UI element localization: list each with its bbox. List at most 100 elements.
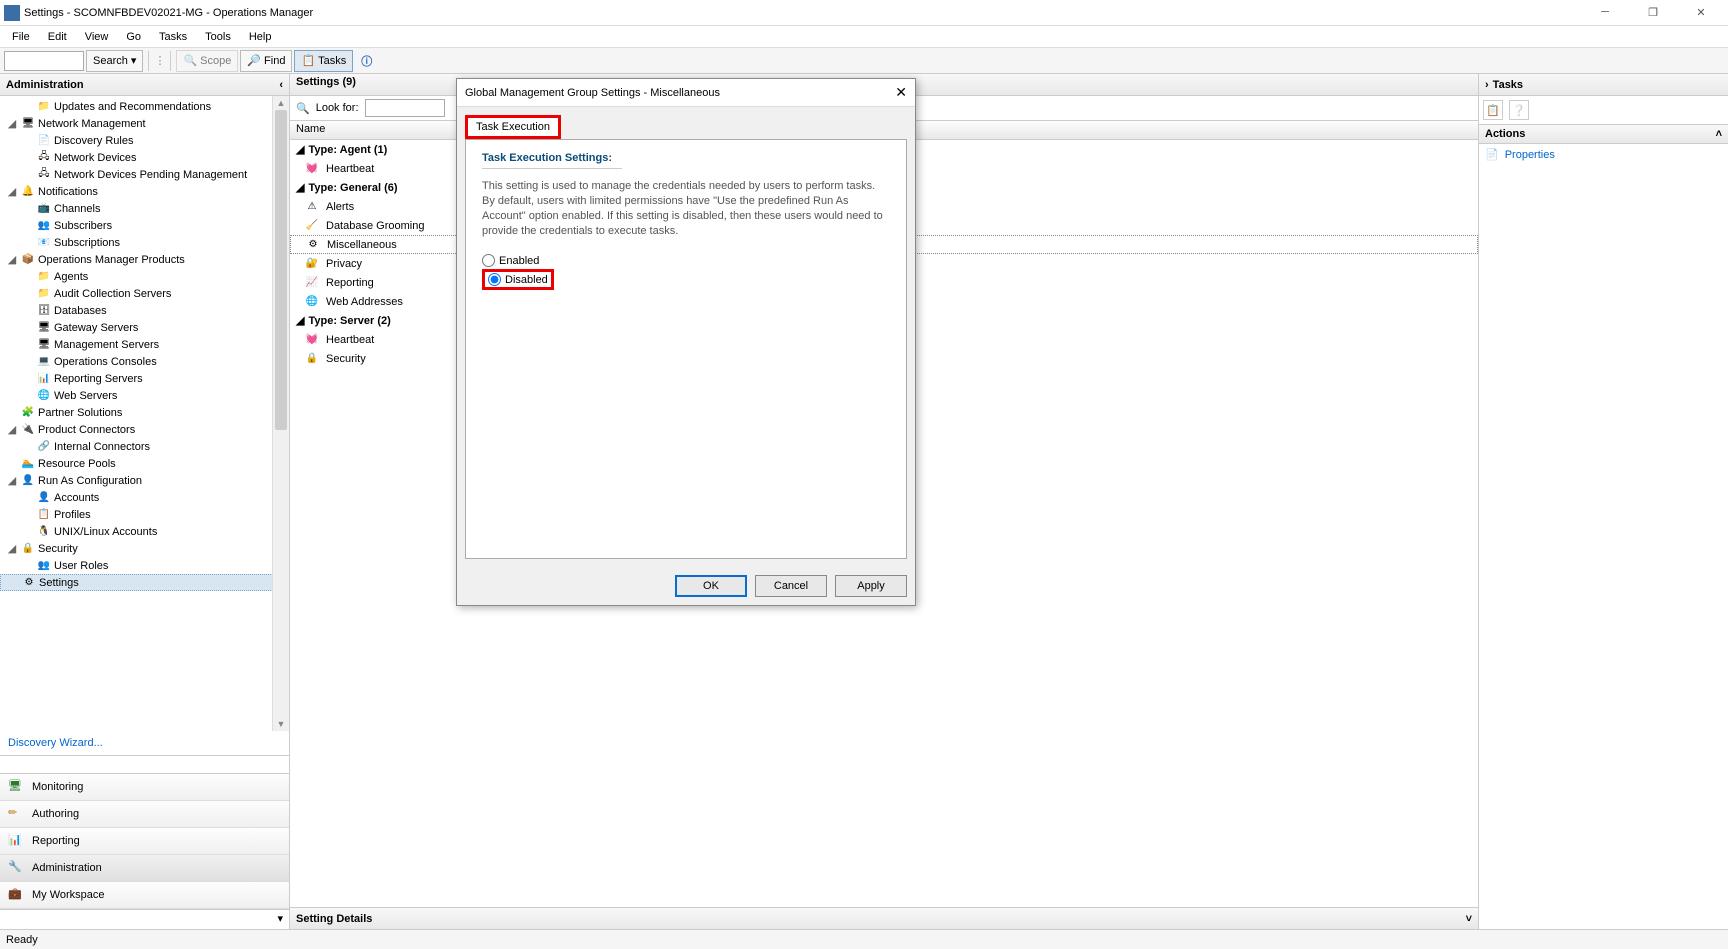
apply-button[interactable]: Apply bbox=[835, 575, 907, 597]
tree-icon: 💻 bbox=[36, 354, 52, 370]
radio-disabled[interactable]: Disabled bbox=[482, 269, 554, 290]
tree-item[interactable]: 👤Accounts bbox=[0, 489, 289, 506]
menu-help[interactable]: Help bbox=[241, 29, 280, 45]
tree-item[interactable]: ◢🖥Network Management bbox=[0, 115, 289, 132]
toggle-icon[interactable]: ◢ bbox=[6, 423, 18, 436]
minimize-button[interactable]: ─ bbox=[1590, 6, 1620, 19]
tree-label: Web Servers bbox=[54, 390, 117, 402]
wunderbar-label: My Workspace bbox=[32, 889, 105, 901]
tree-item[interactable]: 📋Profiles bbox=[0, 506, 289, 523]
tree-item[interactable]: 🧩Partner Solutions bbox=[0, 404, 289, 421]
tree-item[interactable]: 📁Updates and Recommendations bbox=[0, 98, 289, 115]
lookfor-input[interactable] bbox=[365, 99, 445, 117]
tree-label: Run As Configuration bbox=[38, 475, 142, 487]
tree-item[interactable]: 🖧Network Devices Pending Management bbox=[0, 166, 289, 183]
cancel-button[interactable]: Cancel bbox=[755, 575, 827, 597]
radio-disabled-input[interactable] bbox=[488, 273, 501, 286]
tree-item[interactable]: 👥User Roles bbox=[0, 557, 289, 574]
tree-item[interactable]: 🖥Gateway Servers bbox=[0, 319, 289, 336]
tree-label: Network Devices Pending Management bbox=[54, 169, 247, 181]
tree-item[interactable]: ◢🔔Notifications bbox=[0, 183, 289, 200]
tree-item[interactable]: 👥Subscribers bbox=[0, 217, 289, 234]
row-icon: ⚙ bbox=[305, 237, 321, 253]
task-toolbar-btn1[interactable]: 📋 bbox=[1483, 100, 1503, 120]
tree-item[interactable]: 📄Discovery Rules bbox=[0, 132, 289, 149]
toggle-icon[interactable]: ◢ bbox=[6, 185, 18, 198]
tab-task-execution[interactable]: Task Execution bbox=[465, 115, 561, 139]
menu-tasks[interactable]: Tasks bbox=[151, 29, 195, 45]
wunderbar-item[interactable]: ✏Authoring bbox=[0, 801, 289, 828]
tree-item[interactable]: ⚙Settings bbox=[0, 574, 289, 591]
maximize-button[interactable]: ❐ bbox=[1638, 6, 1668, 19]
row-label: Heartbeat bbox=[326, 334, 374, 346]
overflow-icon[interactable]: ⋮ bbox=[154, 54, 165, 67]
toolbar-search-input[interactable] bbox=[4, 51, 84, 71]
toolbar-tasks-button[interactable]: 📋Tasks bbox=[294, 50, 353, 72]
actions-header: Actions ˄ bbox=[1479, 124, 1728, 144]
wunderbar-config[interactable]: ▾ bbox=[0, 909, 289, 929]
tree-icon: 📺 bbox=[36, 201, 52, 217]
radio-enabled[interactable]: Enabled bbox=[482, 252, 890, 269]
scrollbar[interactable]: ▲ ▼ bbox=[272, 96, 289, 731]
group-label: Type: Server (2) bbox=[308, 315, 390, 327]
scroll-down-icon[interactable]: ▼ bbox=[273, 717, 289, 731]
toggle-icon[interactable]: ◢ bbox=[6, 253, 18, 266]
tree-item[interactable]: 📺Channels bbox=[0, 200, 289, 217]
tree-item[interactable]: 🔗Internal Connectors bbox=[0, 438, 289, 455]
wunderbar-item[interactable]: 📊Reporting bbox=[0, 828, 289, 855]
close-button[interactable]: ✕ bbox=[1686, 6, 1716, 19]
wunderbar-item[interactable]: 💼 My Workspace bbox=[0, 882, 289, 909]
toolbar-help-button[interactable]: ⓘ bbox=[355, 50, 378, 72]
tree-item[interactable]: ◢🔒Security bbox=[0, 540, 289, 557]
tree-item[interactable]: 🏊Resource Pools bbox=[0, 455, 289, 472]
scroll-up-icon[interactable]: ▲ bbox=[273, 96, 289, 110]
tree-icon: 🔔 bbox=[20, 184, 36, 200]
separator bbox=[170, 51, 171, 71]
tree-item[interactable]: ◢📦Operations Manager Products bbox=[0, 251, 289, 268]
tree-item[interactable]: ◢🔌Product Connectors bbox=[0, 421, 289, 438]
wunderbar-item[interactable]: 🖥Monitoring bbox=[0, 774, 289, 801]
menu-edit[interactable]: Edit bbox=[40, 29, 75, 45]
wunderbar-icon: 💼 bbox=[8, 887, 24, 903]
tree-item[interactable]: 💻Operations Consoles bbox=[0, 353, 289, 370]
collapse-icon[interactable]: ◢ bbox=[296, 314, 304, 327]
toolbar-search-button[interactable]: Search ▾ bbox=[86, 50, 143, 72]
collapse-icon[interactable]: ◢ bbox=[296, 181, 304, 194]
chevron-right-icon[interactable]: › bbox=[1485, 79, 1489, 91]
row-label: Security bbox=[326, 353, 366, 365]
menu-view[interactable]: View bbox=[77, 29, 117, 45]
toggle-icon[interactable]: ◢ bbox=[6, 542, 18, 555]
chevron-up-icon[interactable]: ˄ bbox=[1716, 128, 1722, 140]
collapse-icon[interactable]: ‹ bbox=[279, 79, 283, 91]
discovery-wizard-link[interactable]: Discovery Wizard... bbox=[0, 731, 289, 755]
nav-header: Administration ‹ bbox=[0, 74, 289, 96]
tree-item[interactable]: 🌐Web Servers bbox=[0, 387, 289, 404]
scroll-thumb[interactable] bbox=[275, 110, 287, 430]
radio-enabled-input[interactable] bbox=[482, 254, 495, 267]
tree-item[interactable]: ◢👤Run As Configuration bbox=[0, 472, 289, 489]
action-properties[interactable]: 📄 Properties bbox=[1479, 144, 1728, 165]
nav-tree[interactable]: ▲ ▼ 📁Updates and Recommendations◢🖥Networ… bbox=[0, 96, 289, 731]
tree-item[interactable]: 🖥Management Servers bbox=[0, 336, 289, 353]
section-heading: Task Execution Settings: bbox=[482, 152, 890, 164]
tree-item[interactable]: 📁Audit Collection Servers bbox=[0, 285, 289, 302]
toolbar-find-button[interactable]: 🔎Find bbox=[240, 50, 292, 72]
tree-item[interactable]: 🖧Network Devices bbox=[0, 149, 289, 166]
menu-file[interactable]: File bbox=[4, 29, 38, 45]
ok-button[interactable]: OK bbox=[675, 575, 747, 597]
menu-tools[interactable]: Tools bbox=[197, 29, 239, 45]
toggle-icon[interactable]: ◢ bbox=[6, 117, 18, 130]
tree-item[interactable]: 📁Agents bbox=[0, 268, 289, 285]
dialog-close-button[interactable]: ✕ bbox=[895, 84, 907, 101]
wunderbar-item[interactable]: 🔧Administration bbox=[0, 855, 289, 882]
tree-item[interactable]: 🐧UNIX/Linux Accounts bbox=[0, 523, 289, 540]
menu-go[interactable]: Go bbox=[118, 29, 149, 45]
chevron-down-icon[interactable]: ˅ bbox=[1466, 913, 1472, 925]
toggle-icon[interactable]: ◢ bbox=[6, 474, 18, 487]
task-toolbar-help[interactable]: ❔ bbox=[1509, 100, 1529, 120]
tree-item[interactable]: 📧Subscriptions bbox=[0, 234, 289, 251]
tree-item[interactable]: 🗄Databases bbox=[0, 302, 289, 319]
tree-item[interactable]: 📊Reporting Servers bbox=[0, 370, 289, 387]
row-icon: 🧹 bbox=[304, 218, 320, 234]
collapse-icon[interactable]: ◢ bbox=[296, 143, 304, 156]
